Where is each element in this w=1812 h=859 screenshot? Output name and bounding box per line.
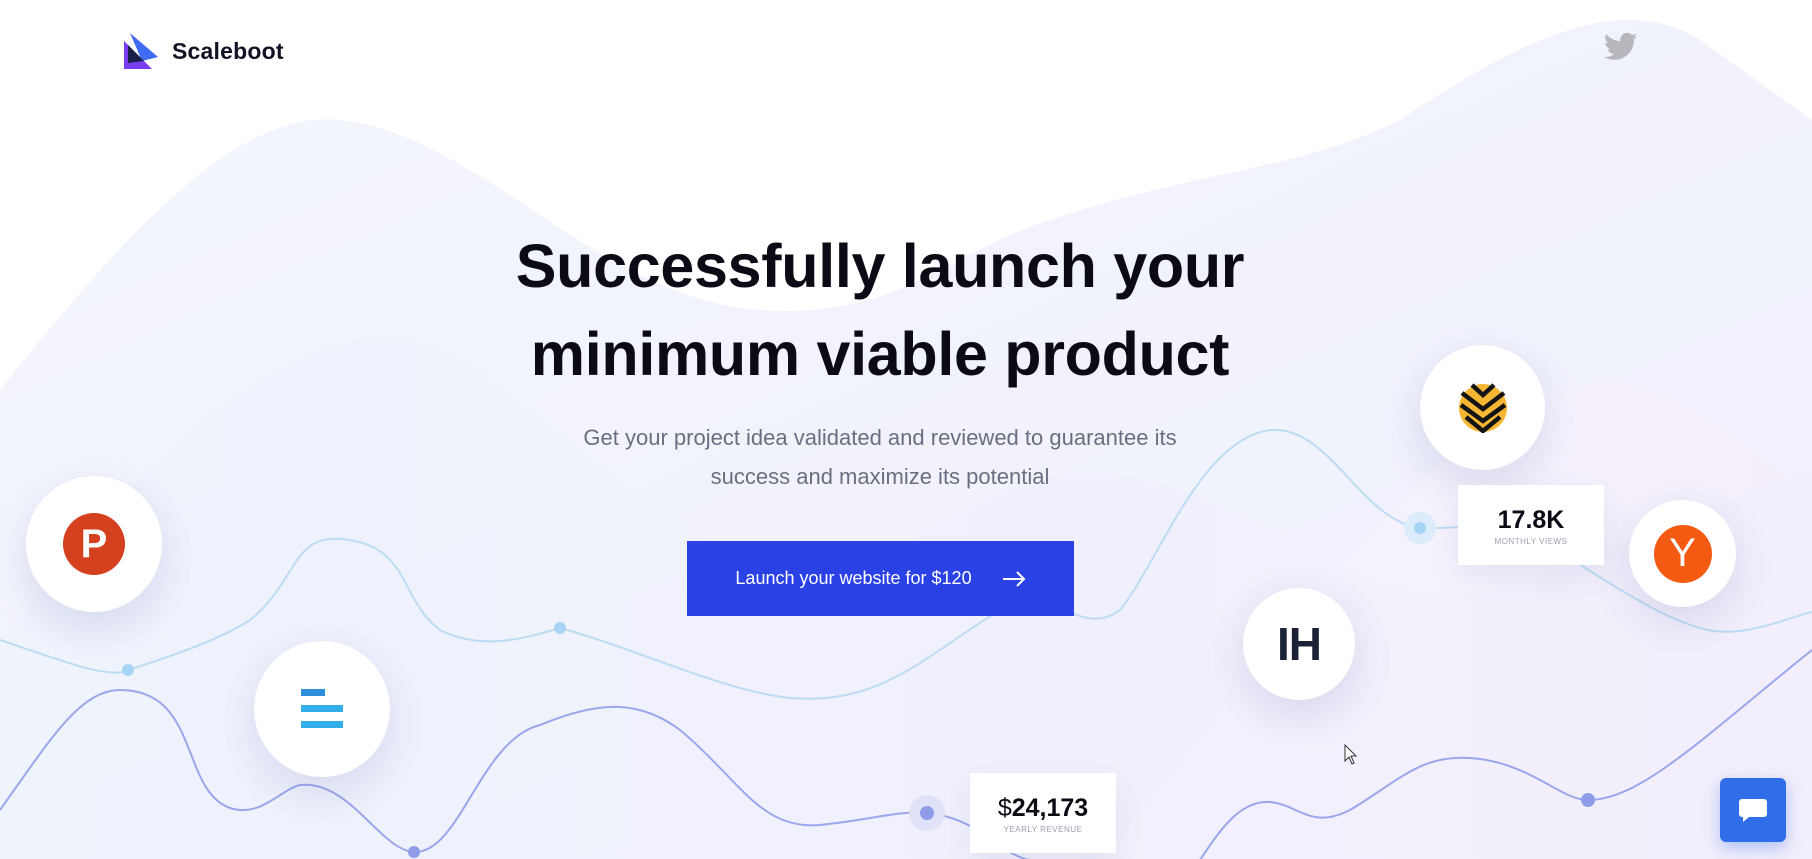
brand-name: Scaleboot [172,37,284,64]
y-combinator-icon: Y [1653,524,1712,583]
chat-icon [1739,799,1767,822]
hero-subtitle-line-1: Get your project idea validated and revi… [583,425,1177,450]
revenue-currency: $ [997,794,1012,822]
chat-button[interactable] [1720,778,1786,842]
hero-title-line-2: minimum viable product [530,320,1230,388]
arrow-right-icon [1002,570,1025,587]
zebra-logo-icon [1458,382,1507,433]
yearly-revenue-label: YEARLY REVENUE [1003,825,1083,834]
launch-website-button[interactable]: Launch your website for $120 [687,541,1074,616]
product-hunt-icon: P [63,513,125,575]
bars-logo-icon [301,689,343,728]
bars-logo-bubble [254,641,390,777]
hero-subtitle: Get your project idea validated and revi… [560,418,1200,496]
monthly-views-label: MONTHLY VIEWS [1494,537,1568,546]
product-hunt-bubble: P [26,476,162,612]
indie-hackers-bubble: IH [1243,588,1355,700]
monthly-views-card: 17.8K MONTHLY VIEWS [1458,485,1604,565]
monthly-views-value: 17.8K [1497,506,1565,534]
zebra-logo-bubble [1420,345,1545,470]
hero-title: Successfully launch your minimum viable … [480,222,1280,398]
y-combinator-bubble: Y [1629,500,1736,607]
twitter-icon[interactable] [1604,32,1638,62]
yearly-revenue-value: $24,173 [970,793,1116,823]
mouse-cursor-icon [1344,744,1358,765]
scaleboot-logo-icon [124,33,158,69]
revenue-amount: 24,173 [1011,794,1089,822]
launch-website-label: Launch your website for $120 [735,568,972,588]
hero-subtitle-line-2: success and maximize its potential [710,464,1050,489]
hero-title-line-1: Successfully launch your [515,232,1245,300]
indie-hackers-icon: IH [1277,618,1322,670]
brand-logo[interactable]: Scaleboot [122,31,284,71]
yearly-revenue-card: $24,173 YEARLY REVENUE [970,773,1116,853]
